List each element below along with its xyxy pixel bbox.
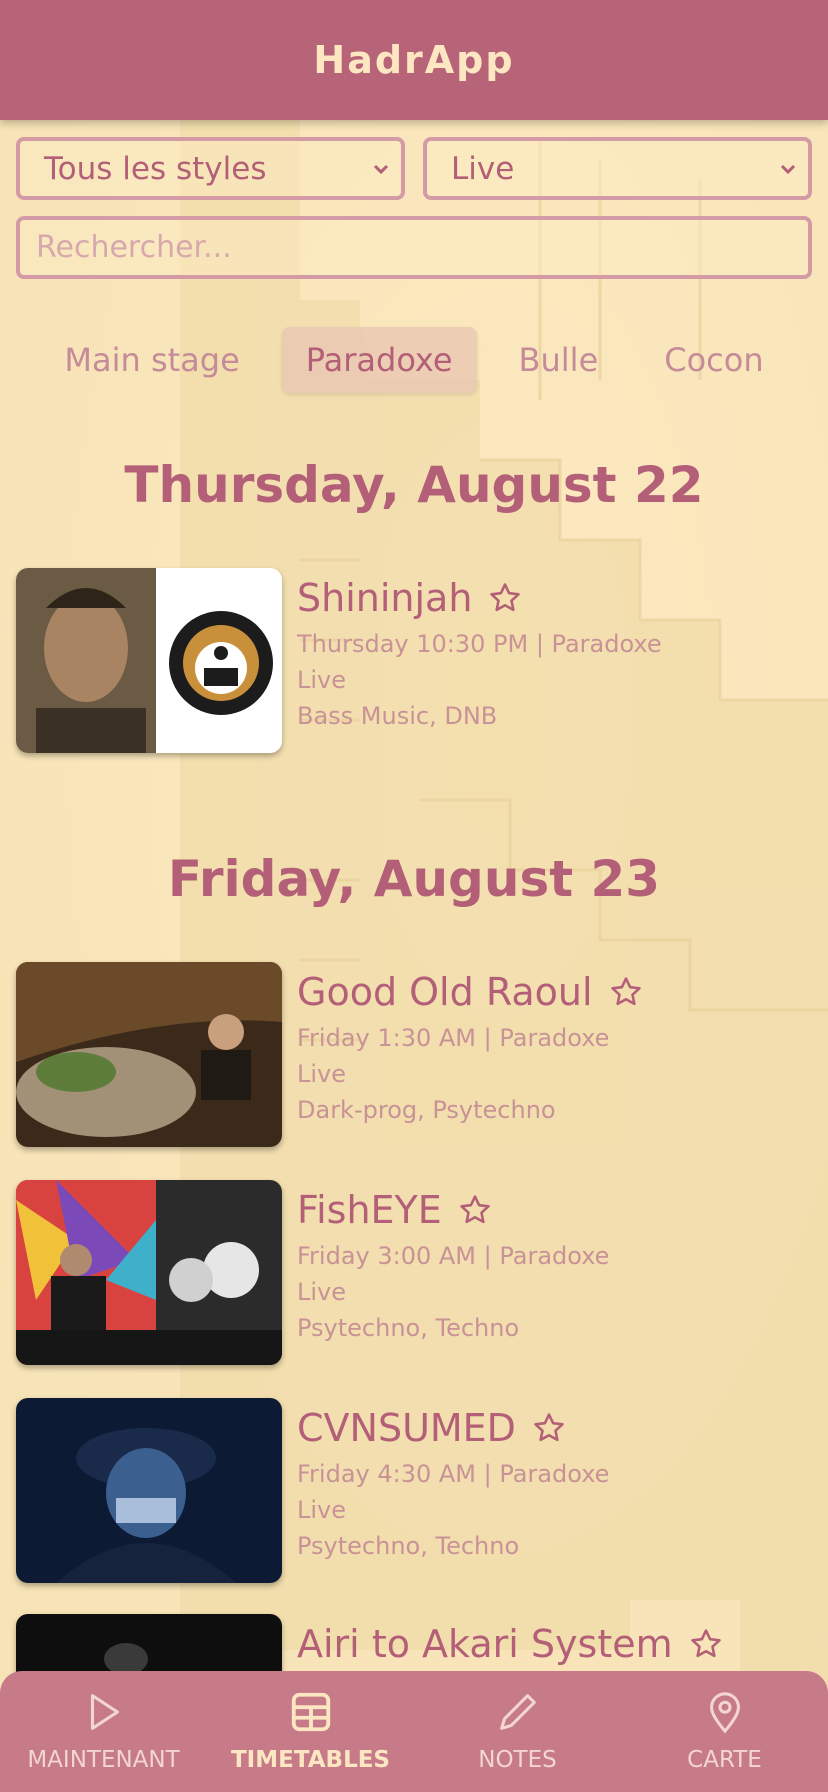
- tab-paradoxe[interactable]: Paradoxe: [281, 327, 477, 393]
- filters-panel: Tous les styles Live Rechercher...: [16, 137, 812, 279]
- style-select-value: Tous les styles: [44, 150, 267, 187]
- artist-card[interactable]: Good Old Raoul Friday 1:30 AM | Paradoxe…: [16, 962, 812, 1147]
- artist-name: Good Old Raoul: [297, 970, 593, 1014]
- artist-name: Airi to Akari System: [297, 1622, 673, 1666]
- table-icon: [291, 1692, 330, 1732]
- tab-cocon[interactable]: Cocon: [640, 327, 787, 393]
- star-outline-icon[interactable]: [609, 975, 643, 1009]
- artist-card[interactable]: FishEYE Friday 3:00 AM | Paradoxe Live P…: [16, 1180, 812, 1365]
- artist-name: FishEYE: [297, 1188, 442, 1232]
- artist-photo: [16, 1398, 282, 1583]
- artist-name: Shininjah: [297, 576, 473, 620]
- artist-styles: Dark-prog, Psytechno: [297, 1096, 556, 1124]
- play-icon: [90, 1694, 119, 1730]
- artist-styles: Bass Music, DNB: [297, 702, 498, 730]
- app-header: HadrApp: [0, 0, 828, 120]
- stage-tabs: Main stage Paradoxe Bulle Cocon: [0, 327, 828, 393]
- artist-time: Friday 3:00 AM | Paradoxe: [297, 1242, 610, 1270]
- style-select[interactable]: Tous les styles: [16, 137, 405, 200]
- artist-styles: Psytechno, Techno: [297, 1532, 520, 1560]
- artist-photo: [16, 568, 282, 753]
- day-heading: Thursday, August 22: [124, 456, 704, 514]
- artist-styles: Psytechno, Techno: [297, 1314, 520, 1342]
- tab-bulle[interactable]: Bulle: [495, 327, 623, 393]
- chevron-down-icon: [373, 164, 389, 174]
- search-placeholder: Rechercher...: [36, 230, 232, 265]
- artist-name: CVNSUMED: [297, 1406, 516, 1450]
- nav-carte[interactable]: CARTE: [625, 1671, 825, 1773]
- artist-type: Live: [297, 666, 347, 694]
- nav-timetables[interactable]: TIMETABLES: [211, 1671, 411, 1773]
- star-outline-icon[interactable]: [458, 1193, 492, 1227]
- artist-time: Thursday 10:30 PM | Paradoxe: [297, 630, 662, 658]
- app-title: HadrApp: [313, 38, 515, 82]
- artist-photo: [16, 1180, 282, 1365]
- type-select-value: Live: [451, 150, 515, 187]
- type-select[interactable]: Live: [423, 137, 812, 200]
- tab-main-stage[interactable]: Main stage: [40, 327, 263, 393]
- nav-label: MAINTENANT: [27, 1747, 180, 1773]
- nav-notes[interactable]: NOTES: [418, 1671, 618, 1773]
- artist-type: Live: [297, 1060, 347, 1088]
- artist-card[interactable]: CVNSUMED Friday 4:30 AM | Paradoxe Live …: [16, 1398, 812, 1583]
- nav-maintenant[interactable]: MAINTENANT: [4, 1671, 204, 1773]
- artist-time: Friday 1:30 AM | Paradoxe: [297, 1024, 610, 1052]
- nav-label: TIMETABLES: [230, 1747, 390, 1773]
- artist-type: Live: [297, 1496, 347, 1524]
- artist-card[interactable]: Shininjah Thursday 10:30 PM | Paradoxe L…: [16, 568, 812, 753]
- star-outline-icon[interactable]: [689, 1627, 723, 1661]
- search-input[interactable]: Rechercher...: [16, 216, 812, 279]
- nav-label: CARTE: [687, 1747, 762, 1773]
- artist-type: Live: [297, 1278, 347, 1306]
- artist-time: Friday 4:30 AM | Paradoxe: [297, 1460, 610, 1488]
- star-outline-icon[interactable]: [532, 1411, 566, 1445]
- map-pin-icon: [709, 1692, 740, 1734]
- day-heading: Friday, August 23: [167, 850, 661, 908]
- chevron-down-icon: [780, 164, 796, 174]
- pencil-icon: [499, 1694, 536, 1730]
- bottom-navigation: MAINTENANT TIMETABLES NOTES CARTE: [0, 1671, 828, 1792]
- artist-photo: [16, 962, 282, 1147]
- nav-label: NOTES: [478, 1747, 557, 1773]
- star-outline-icon[interactable]: [488, 581, 522, 615]
